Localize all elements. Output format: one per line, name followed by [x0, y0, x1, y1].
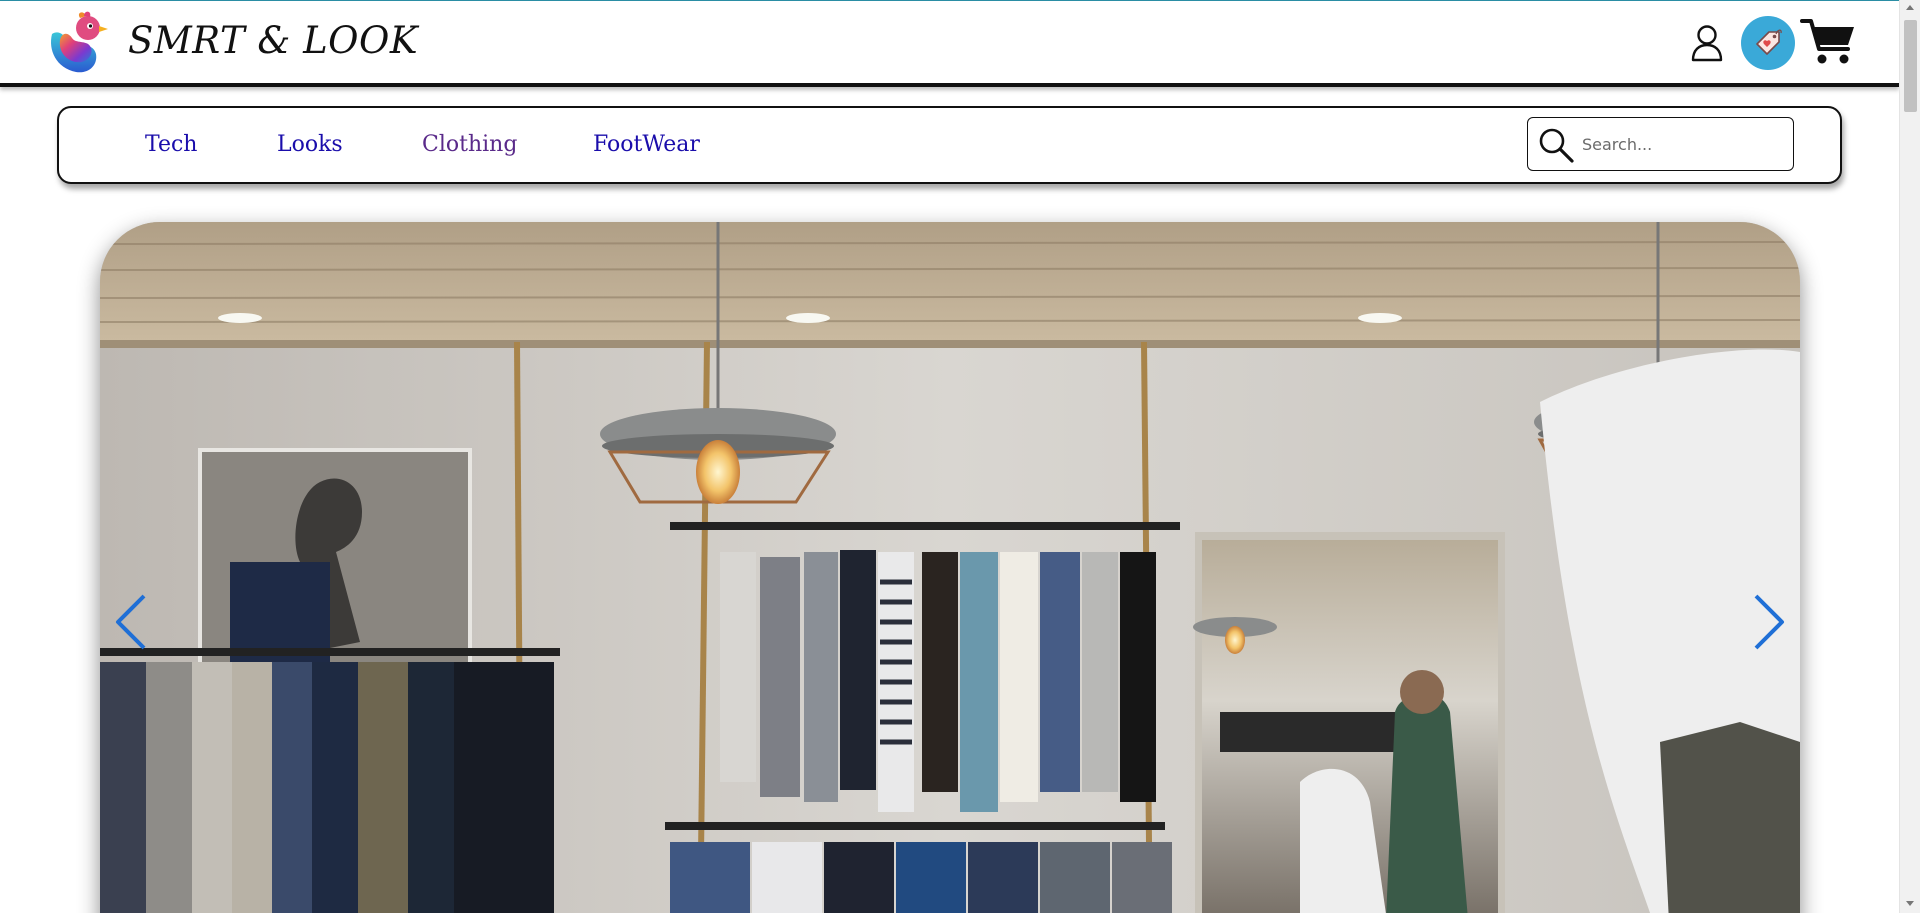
- clothing-store-image: [100, 222, 1800, 913]
- nav-link-tech[interactable]: Tech: [145, 132, 197, 157]
- nav-link-clothing[interactable]: Clothing: [422, 132, 517, 157]
- user-icon[interactable]: [1688, 23, 1726, 63]
- page: SMRT & LOOK Tech Looks Clothing FootWear…: [0, 0, 1920, 913]
- chevron-left-icon: [116, 594, 146, 650]
- shopping-cart-icon[interactable]: [1800, 17, 1856, 67]
- search-icon[interactable]: [1536, 125, 1576, 165]
- price-tag-icon[interactable]: [1741, 16, 1795, 70]
- search-input[interactable]: [1580, 128, 1784, 160]
- bird-logo-icon[interactable]: [46, 10, 110, 76]
- carousel-next-button[interactable]: [1750, 592, 1790, 652]
- scroll-up-icon[interactable]: [1906, 5, 1914, 10]
- chevron-right-icon: [1754, 594, 1784, 650]
- hero-carousel: [100, 222, 1800, 913]
- nav-link-looks[interactable]: Looks: [277, 132, 343, 157]
- category-navbar: Tech Looks Clothing FootWear: [57, 106, 1842, 184]
- search-box: [1527, 117, 1794, 171]
- brand-name[interactable]: SMRT & LOOK: [128, 19, 418, 62]
- site-header: SMRT & LOOK: [0, 1, 1899, 87]
- carousel-prev-button[interactable]: [110, 592, 150, 652]
- scroll-thumb[interactable]: [1904, 20, 1917, 112]
- nav-link-footwear[interactable]: FootWear: [593, 132, 700, 157]
- scroll-down-icon[interactable]: [1906, 901, 1914, 906]
- page-scrollbar[interactable]: [1899, 0, 1920, 913]
